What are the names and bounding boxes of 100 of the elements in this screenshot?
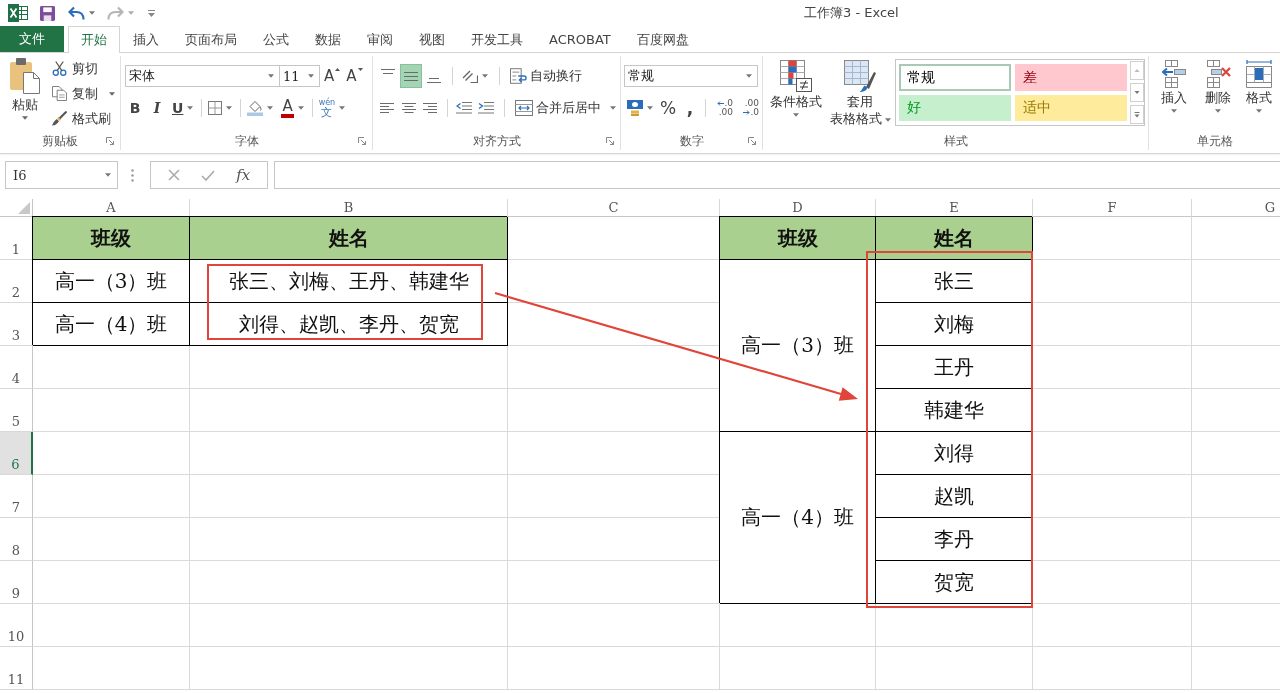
header-cell: 班级 [33,217,190,260]
redo-icon[interactable] [107,6,124,20]
font-color-button[interactable]: A [278,96,307,120]
caret-icon [357,68,363,71]
ribbon-tab[interactable]: 视图 [406,26,458,52]
shrink-font-button[interactable]: A [346,64,367,88]
copy-button[interactable]: 复制 [50,81,117,106]
dialog-launcher-icon[interactable] [606,137,614,145]
caret-icon [267,106,274,110]
font-name-field[interactable]: 宋体 [125,65,280,87]
column-header[interactable]: D [720,199,876,217]
ribbon-tab[interactable]: 页面布局 [172,26,250,52]
border-grid-icon [208,101,223,115]
header-cell: 班级 [720,217,876,260]
group-label: 数字 [679,132,704,150]
merged-cell: 高一（4）班 [720,432,876,604]
column-header[interactable]: B [190,199,508,217]
customize-menu-icon[interactable] [148,9,155,17]
caret-icon [1256,109,1262,113]
format-painter-button[interactable]: 格式刷 [50,106,117,131]
font-size-field[interactable]: 11 [279,65,320,87]
ribbon-tab[interactable]: 数据 [302,26,354,52]
caret-icon [339,106,346,110]
banknote-icon [627,100,643,116]
scissors-icon [52,61,67,76]
format-cells-button[interactable]: 格式 [1240,58,1278,132]
column-header[interactable]: A [33,199,190,217]
scroll-down-icon[interactable] [1130,83,1144,102]
undo-icon[interactable] [68,6,85,20]
align-left-icon [380,103,395,113]
save-icon[interactable] [40,5,55,21]
ribbon-tab[interactable]: 百度网盘 [623,26,702,52]
table-cell: 张三、刘梅、王丹、韩建华 [190,260,508,303]
paste-button[interactable]: 粘贴 [3,56,47,132]
wrap-text-button[interactable]: 自动换行 [506,64,586,88]
ribbon-tab[interactable]: 公式 [250,26,302,52]
increase-decimal-button[interactable]: .0 .00 [709,96,733,120]
top-align-icon [381,69,395,74]
table-cell: 高一（4）班 [33,303,190,346]
name-box[interactable]: I6 [5,161,118,189]
comma-style-button[interactable]: , [680,96,700,120]
align-right-icon [422,103,437,113]
bold-button[interactable]: B [125,96,145,120]
slanted-text-icon [462,69,478,83]
underline-button[interactable]: U [169,96,197,120]
drag-handle-icon[interactable] [131,168,134,182]
right-arrow-icon [743,110,751,115]
grow-font-button[interactable]: A [324,64,345,88]
number-format-field[interactable]: 常规 [624,65,758,87]
outdent-icon [456,102,473,114]
cell-style-option[interactable]: 常规 [899,64,1011,91]
caret-icon [609,106,616,110]
group-label: 单元格 [1196,132,1233,150]
formula-input[interactable] [274,161,1280,189]
cut-button[interactable]: 剪切 [50,56,117,81]
ribbon-tab[interactable]: 审阅 [354,26,406,52]
cell-style-option[interactable]: 适中 [1015,95,1127,121]
cancel-icon[interactable] [167,169,180,181]
file-tab[interactable]: 文件 [0,26,64,52]
ribbon-tab[interactable]: 开发工具 [458,26,536,52]
caret-icon [297,106,304,110]
caret-icon [22,116,28,120]
dialog-launcher-icon[interactable] [358,137,366,145]
ribbon-tab[interactable]: 插入 [120,26,172,52]
delete-cells-button[interactable]: 删除 [1196,58,1240,132]
caret-icon [793,113,799,117]
ribbon-tab[interactable]: ACROBAT [536,26,624,52]
decrease-decimal-button[interactable]: .00 .0 [735,96,759,120]
caret-icon[interactable] [128,11,134,15]
insert-cells-button[interactable]: 插入 [1152,58,1196,132]
dialog-launcher-icon[interactable] [106,137,114,145]
caret-icon [105,173,111,177]
check-icon[interactable] [201,169,215,181]
ribbon-tab[interactable]: 开始 [68,26,120,53]
row-header[interactable]: 6 [0,432,33,475]
header-cell: 姓名 [190,217,508,260]
more-styles-icon[interactable] [1130,105,1144,124]
percent-button[interactable]: % [658,96,678,120]
caret-icon [1215,109,1221,113]
conditional-formatting-button[interactable]: 条件格式 [766,58,826,132]
format-as-table-button[interactable]: 套用 表格格式 [828,58,892,132]
insert-function-button[interactable]: fx [236,166,251,184]
cell-style-option[interactable]: 差 [1015,64,1127,91]
phonetic-guide-button[interactable]: wén 文 [315,96,349,120]
middle-align-button[interactable] [400,64,422,88]
left-arrow-icon [717,101,725,106]
copy-icon [52,86,67,101]
align-center-icon [401,103,416,113]
dialog-launcher-icon[interactable] [748,137,756,145]
caret-icon[interactable] [89,11,95,15]
italic-button[interactable]: I [147,96,167,120]
column-header[interactable]: G [1192,199,1280,217]
merge-center-button[interactable]: 合并后居中 [510,96,620,120]
column-header[interactable]: C [508,199,720,217]
caret-icon [109,91,115,96]
insert-cells-icon [1162,60,1186,88]
merge-cells-icon [514,100,533,116]
column-header[interactable]: F [1033,199,1192,217]
window-title: 工作簿3 - Excel [804,4,899,22]
column-header[interactable]: E [876,199,1033,217]
